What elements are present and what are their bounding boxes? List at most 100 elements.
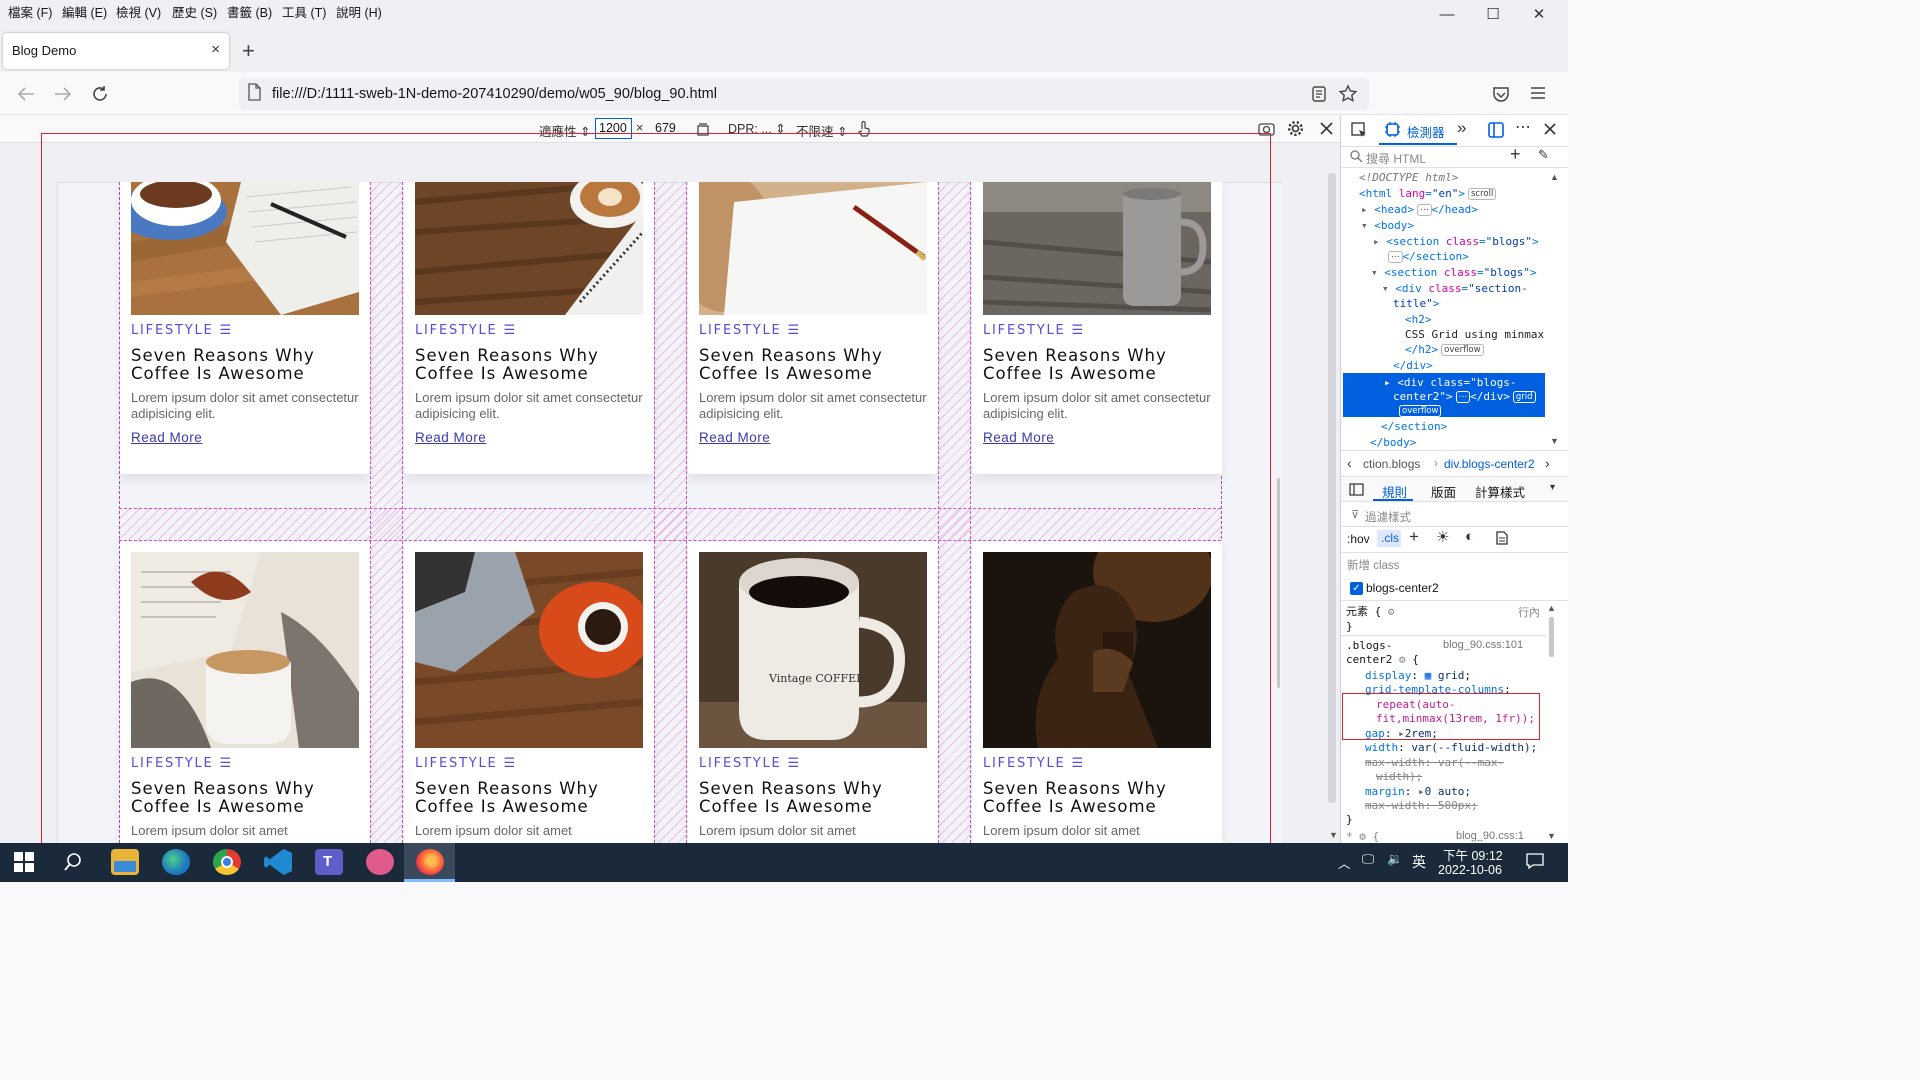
selected-node-blogs-center2[interactable]: ▸ <div class="blogs- center2"> ⋯ </div> gri… <box>1343 373 1545 417</box>
file-explorer-icon[interactable] <box>111 849 139 875</box>
tab-inspector[interactable]: 檢測器 <box>1407 122 1445 141</box>
body-node[interactable]: ▾ <body> <box>1361 218 1414 234</box>
cls-toggle[interactable]: .cls <box>1377 530 1401 547</box>
close-devtools-icon[interactable] <box>1544 123 1556 135</box>
page-scrollbar[interactable] <box>1277 478 1280 688</box>
device-preset-select[interactable]: 適應性 ⇕ <box>539 121 590 140</box>
menu-tools[interactable]: 工具 (T) <box>282 2 326 21</box>
read-more-link[interactable]: Read More <box>699 430 770 445</box>
notification-icon[interactable] <box>1526 853 1544 869</box>
breadcrumb-right-icon[interactable]: › <box>1545 455 1550 471</box>
breadcrumb-div[interactable]: div.blogs-center2 <box>1444 457 1535 471</box>
element-picker-icon[interactable] <box>1351 122 1367 138</box>
grid-badge: grid <box>1512 391 1536 403</box>
dock-icon[interactable] <box>1488 122 1504 138</box>
inspector-icon <box>1385 122 1400 137</box>
reader-view-icon[interactable] <box>1311 85 1327 103</box>
rules-scrollbar[interactable]: ▲ ▼ <box>1547 603 1557 841</box>
class-checkbox[interactable]: ✓ <box>1350 582 1363 595</box>
screenshot-icon[interactable] <box>1258 121 1275 136</box>
h2-node[interactable]: <h2> <box>1405 312 1432 328</box>
light-scheme-icon[interactable]: ☀ <box>1436 528 1449 546</box>
decl-max-width-2[interactable]: max-width: 500px; <box>1365 798 1478 814</box>
rule-source-link[interactable]: blog_90.css:101 <box>1443 639 1523 651</box>
blog-card: LIFESTYLE ☰ Seven Reasons Why Coffee Is … <box>120 541 370 843</box>
reload-icon[interactable] <box>90 84 110 104</box>
toggle-sidebar-icon[interactable] <box>1349 483 1364 496</box>
viewport-height-input[interactable]: 679 <box>652 118 689 139</box>
markup-scrollbar[interactable]: ▲ ▼ <box>1549 172 1559 446</box>
bookmark-star-icon[interactable] <box>1338 84 1358 103</box>
h2-text-node[interactable]: CSS Grid using minmax <box>1405 327 1544 343</box>
volume-icon[interactable]: 🔉 <box>1387 852 1403 867</box>
clock-date[interactable]: 2022-10-06 <box>1438 863 1502 877</box>
section-node-2[interactable]: ▾ <section class="blogs"> <box>1371 265 1537 281</box>
devtools-splitter[interactable]: ▼ <box>1326 143 1340 843</box>
breadcrumb-left-icon[interactable]: ‹ <box>1347 455 1352 471</box>
tab-layout[interactable]: 版面 <box>1431 482 1456 501</box>
breadcrumb-section[interactable]: ction.blogs <box>1363 457 1420 471</box>
windows-start-icon[interactable] <box>14 852 34 872</box>
edge-browser-icon[interactable] <box>162 849 190 875</box>
menu-bookmarks[interactable]: 書籤 (B) <box>227 2 272 21</box>
throttle-select[interactable]: 不限速 ⇕ <box>796 121 847 140</box>
search-taskbar-icon[interactable] <box>63 852 83 872</box>
options-menu-icon[interactable]: ⋯ <box>1515 117 1531 137</box>
viewport-width-input[interactable]: 1200 <box>595 118 632 139</box>
new-tab-button[interactable]: + <box>242 38 255 64</box>
menu-edit[interactable]: 編輯 (E) <box>62 2 107 21</box>
add-node-icon[interactable]: + <box>1510 144 1521 165</box>
url-text[interactable]: file:///D:/1111-sweb-1N-demo-207410290/d… <box>272 86 717 102</box>
hov-toggle[interactable]: :hov <box>1347 532 1370 546</box>
network-icon[interactable]: 🖵 <box>1362 852 1374 867</box>
div-section-title-node[interactable]: ▾ <div class="section- <box>1382 281 1528 297</box>
menu-history[interactable]: 歷史 (S) <box>172 2 217 21</box>
filter-styles-input[interactable]: 過濾樣式 <box>1365 509 1411 525</box>
menu-help[interactable]: 說明 (H) <box>336 2 382 21</box>
eyedropper-icon[interactable]: ✎ <box>1538 147 1549 163</box>
read-more-link[interactable]: Read More <box>415 430 486 445</box>
dpr-select[interactable]: DPR: ... ⇕ <box>728 121 786 136</box>
tab-computed[interactable]: 計算樣式 <box>1475 482 1525 501</box>
firefox-icon[interactable] <box>416 849 444 875</box>
print-media-icon[interactable] <box>1496 531 1508 545</box>
read-more-link[interactable]: Read More <box>131 430 202 445</box>
dark-scheme-icon[interactable]: ◐ <box>1465 528 1474 545</box>
url-bar[interactable]: file:///D:/1111-sweb-1N-demo-207410290/d… <box>239 78 1369 110</box>
settings-gear-icon[interactable] <box>1287 120 1304 137</box>
tray-chevron-icon[interactable]: ︿ <box>1338 853 1351 872</box>
read-more-link[interactable]: Read More <box>983 430 1054 445</box>
section-node-1[interactable]: ▸ <section class="blogs"> <box>1373 234 1539 250</box>
menu-view[interactable]: 檢視 (V) <box>116 2 161 21</box>
close-rdm-icon[interactable] <box>1320 122 1333 135</box>
tab-close-icon[interactable]: × <box>211 41 220 58</box>
tab-blog-demo[interactable]: Blog Demo × <box>3 33 229 69</box>
doctype-node[interactable]: <!DOCTYPE html> <box>1359 170 1458 186</box>
forward-icon[interactable] <box>53 85 73 103</box>
ime-indicator[interactable]: 英 <box>1412 852 1426 872</box>
back-icon[interactable] <box>16 85 36 103</box>
rotate-icon[interactable] <box>695 121 711 137</box>
blog-card: LIFESTYLE ☰ Seven Reasons Why Coffee Is … <box>972 541 1222 843</box>
tabs-dropdown-icon[interactable]: ▾ <box>1550 482 1555 493</box>
html-search-input[interactable]: 搜尋 HTML <box>1366 150 1426 167</box>
more-tools-icon[interactable]: » <box>1457 118 1466 138</box>
snipping-tool-icon[interactable] <box>366 849 394 875</box>
element-rule[interactable]: 元素 { ⚙ <box>1346 604 1395 620</box>
touch-simulation-icon[interactable] <box>857 120 871 137</box>
head-node[interactable]: ▸ <head> ⋯ </head> <box>1361 202 1478 218</box>
menu-file[interactable]: 檔案 (F) <box>8 2 52 21</box>
blog-card: LIFESTYLE ☰ Seven Reasons Why Coffee Is … <box>404 541 654 843</box>
clock-time[interactable]: 下午 09:12 <box>1443 845 1503 864</box>
app-menu-icon[interactable] <box>1530 86 1546 100</box>
html-node[interactable]: <html lang="en"> scroll <box>1359 186 1497 202</box>
add-rule-icon[interactable]: + <box>1409 527 1419 547</box>
rule-source-link-2[interactable]: blog_90.css:1 <box>1456 830 1524 842</box>
teams-icon[interactable]: T <box>315 849 343 875</box>
new-class-input[interactable]: 新增 class <box>1347 557 1399 573</box>
card-category: LIFESTYLE ☰ <box>699 756 801 771</box>
chrome-browser-icon[interactable] <box>213 849 241 875</box>
pocket-icon[interactable] <box>1492 85 1510 103</box>
decl-width[interactable]: width: var(--fluid-width); <box>1365 740 1537 756</box>
card-image <box>699 182 927 315</box>
